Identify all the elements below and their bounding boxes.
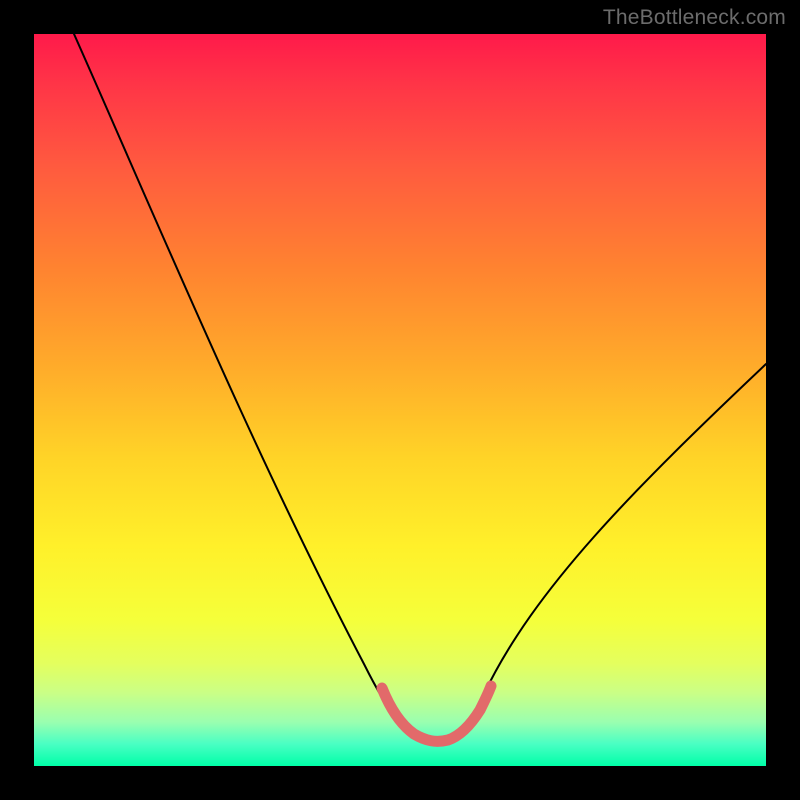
bottleneck-curve-path <box>74 34 766 743</box>
plot-area <box>34 34 766 766</box>
watermark-text: TheBottleneck.com <box>603 6 786 30</box>
optimal-range-marker-path <box>382 686 491 741</box>
chart-stage: TheBottleneck.com <box>0 0 800 800</box>
curve-layer <box>34 34 766 766</box>
